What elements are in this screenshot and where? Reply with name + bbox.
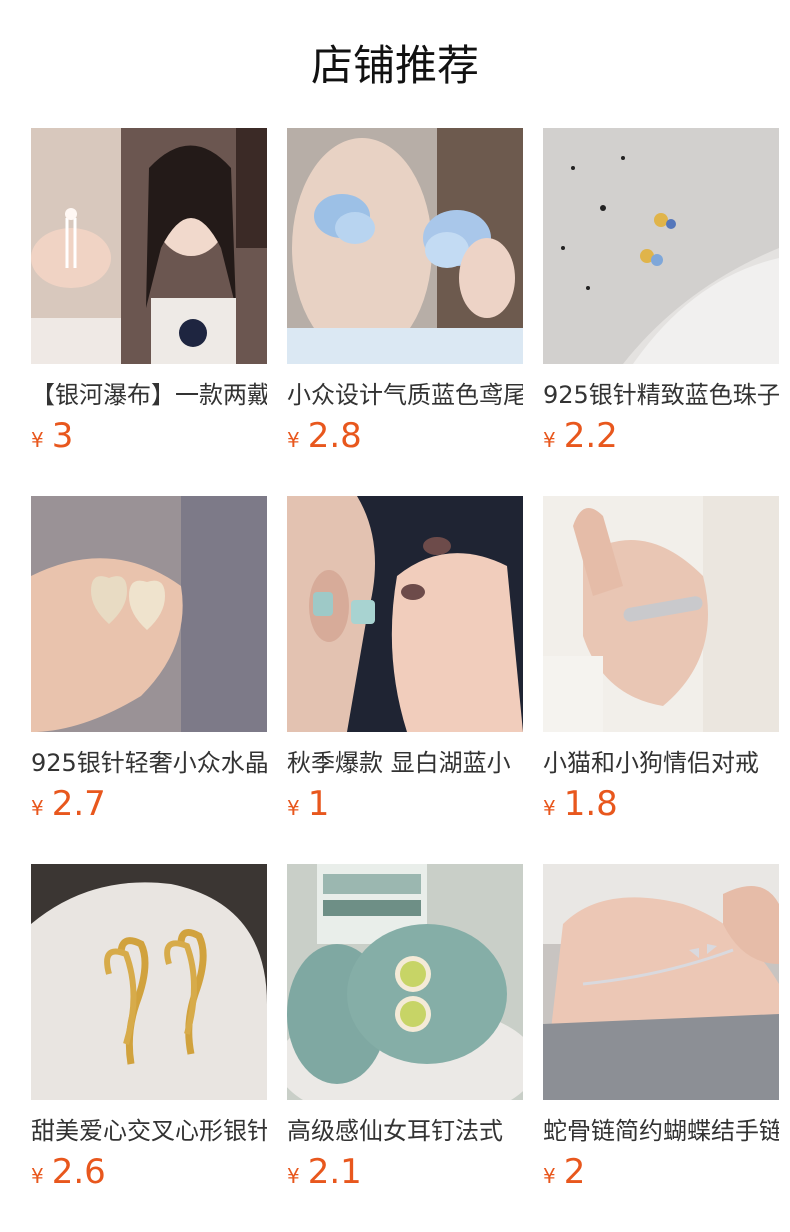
product-name[interactable]: 甜美爱心交叉心形银针: [31, 1114, 267, 1148]
currency-symbol: ¥: [287, 1164, 300, 1188]
product-price: ¥1: [287, 784, 523, 824]
price-value: 2.6: [51, 1152, 106, 1192]
product-name[interactable]: 蛇骨链简约蝴蝶结手链: [543, 1114, 779, 1148]
currency-symbol: ¥: [31, 796, 44, 820]
product-card[interactable]: 秋季爆款 显白湖蓝小 ¥1: [287, 496, 523, 824]
product-card[interactable]: 高级感仙女耳钉法式 ¥2.1: [287, 864, 523, 1192]
product-name[interactable]: 小众设计气质蓝色鸢尾: [287, 378, 523, 412]
product-price: ¥2.7: [31, 784, 267, 824]
product-card[interactable]: 925银针精致蓝色珠子 ¥2.2: [543, 128, 779, 456]
product-image[interactable]: [287, 496, 523, 732]
currency-symbol: ¥: [287, 796, 300, 820]
product-image[interactable]: [543, 496, 779, 732]
product-card[interactable]: 小猫和小狗情侣对戒 ¥1.8: [543, 496, 779, 824]
product-price: ¥1.8: [543, 784, 779, 824]
product-name[interactable]: 925银针精致蓝色珠子: [543, 378, 779, 412]
product-card[interactable]: 925银针轻奢小众水晶 ¥2.7: [31, 496, 267, 824]
currency-symbol: ¥: [31, 428, 44, 452]
product-price: ¥3: [31, 416, 267, 456]
product-image[interactable]: [287, 128, 523, 364]
product-price: ¥2.1: [287, 1152, 523, 1192]
product-card[interactable]: 【银河瀑布】一款两戴 ¥3: [31, 128, 267, 456]
product-price: ¥2.8: [287, 416, 523, 456]
product-name[interactable]: 小猫和小狗情侣对戒: [543, 746, 779, 780]
currency-symbol: ¥: [287, 428, 300, 452]
price-value: 2.7: [51, 784, 106, 824]
page-title: 店铺推荐: [310, 41, 479, 90]
product-price: ¥2: [543, 1152, 779, 1192]
product-card[interactable]: 甜美爱心交叉心形银针 ¥2.6: [31, 864, 267, 1192]
product-name[interactable]: 【银河瀑布】一款两戴: [31, 378, 267, 412]
product-price: ¥2.2: [543, 416, 779, 456]
price-value: 1: [307, 784, 330, 824]
price-value: 1.8: [563, 784, 618, 824]
product-card[interactable]: 蛇骨链简约蝴蝶结手链 ¥2: [543, 864, 779, 1192]
product-name[interactable]: 925银针轻奢小众水晶: [31, 746, 267, 780]
product-image[interactable]: [31, 864, 267, 1100]
product-image[interactable]: [31, 496, 267, 732]
currency-symbol: ¥: [543, 796, 556, 820]
product-price: ¥2.6: [31, 1152, 267, 1192]
price-value: 2.8: [307, 416, 362, 456]
price-value: 2.1: [307, 1152, 362, 1192]
product-name[interactable]: 秋季爆款 显白湖蓝小: [287, 746, 523, 780]
product-image[interactable]: [543, 864, 779, 1100]
price-value: 3: [51, 416, 74, 456]
currency-symbol: ¥: [543, 428, 556, 452]
currency-symbol: ¥: [543, 1164, 556, 1188]
product-card[interactable]: 小众设计气质蓝色鸢尾 ¥2.8: [287, 128, 523, 456]
product-image[interactable]: [31, 128, 267, 364]
product-image[interactable]: [287, 864, 523, 1100]
product-image[interactable]: [543, 128, 779, 364]
price-value: 2: [563, 1152, 586, 1192]
price-value: 2.2: [563, 416, 618, 456]
currency-symbol: ¥: [31, 1164, 44, 1188]
product-name[interactable]: 高级感仙女耳钉法式: [287, 1114, 523, 1148]
